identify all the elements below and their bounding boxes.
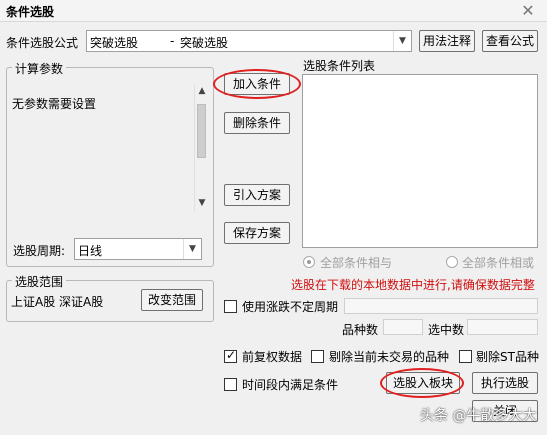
execute-button[interactable]: 执行选股 (472, 372, 538, 394)
time-range-checkbox[interactable] (224, 378, 237, 391)
selected-count-label: 选中数 (428, 323, 465, 337)
variety-count-label: 品种数 (342, 323, 379, 337)
scroll-down-icon[interactable]: ▼ (195, 196, 209, 210)
window-title: 条件选股 (6, 5, 55, 19)
variable-period-checkbox[interactable] (224, 300, 237, 313)
variable-period-input[interactable] (344, 298, 538, 314)
period-label: 选股周期: (13, 244, 66, 258)
delete-condition-button[interactable]: 删除条件 (224, 112, 290, 134)
scope-markets: 上证A股 深证A股 (11, 295, 104, 309)
view-formula-button[interactable]: 查看公式 (482, 30, 538, 52)
formula-select[interactable]: 突破选股 - 突破选股 ▼ (86, 30, 412, 52)
exclude-st-checkbox[interactable] (459, 350, 472, 363)
params-legend: 计算参数 (12, 60, 67, 77)
radio-all-and-label: 全部条件相与 (320, 256, 393, 270)
selected-count-value (467, 319, 538, 335)
variable-period-label: 使用涨跌不定周期 (242, 300, 339, 314)
time-range-label: 时间段内满足条件 (242, 378, 339, 392)
formula-name: 突破选股 (180, 36, 229, 50)
period-value: 日线 (78, 244, 103, 258)
scroll-up-icon[interactable]: ▲ (195, 84, 209, 98)
params-scrollbar[interactable]: ▲ ▼ (194, 84, 208, 212)
exclude-suspended-checkbox[interactable] (311, 350, 324, 363)
scope-legend: 选股范围 (12, 273, 67, 290)
variety-count-value (383, 319, 423, 335)
period-select[interactable]: 日线 ▼ (74, 238, 202, 260)
add-condition-button[interactable]: 加入条件 (224, 73, 290, 95)
condition-list[interactable] (302, 74, 538, 248)
exclude-suspended-label: 剔除当前未交易的品种 (329, 350, 450, 364)
formula-code: 突破选股 (90, 36, 139, 50)
title-bar (0, 0, 547, 22)
radio-all-or-label: 全部条件相或 (462, 256, 535, 270)
watermark: 头条 @牛散多大大 (420, 408, 537, 424)
exclude-st-label: 剔除ST品种 (476, 350, 539, 364)
radio-all-and[interactable] (303, 256, 315, 268)
pre-adjust-label: 前复权数据 (242, 350, 303, 364)
save-plan-button[interactable]: 保存方案 (224, 222, 290, 244)
chevron-down-icon[interactable]: ▼ (393, 31, 411, 51)
to-block-button[interactable]: 选股入板块 (386, 372, 460, 394)
import-plan-button[interactable]: 引入方案 (224, 184, 290, 206)
notice-text: 选股在下载的本地数据中进行,请确保数据完整 (291, 278, 535, 292)
formula-separator: - (170, 34, 175, 48)
params-text: 无参数需要设置 (12, 97, 97, 111)
usage-button[interactable]: 用法注释 (419, 30, 475, 52)
radio-all-or[interactable] (446, 256, 458, 268)
scroll-thumb[interactable] (197, 104, 206, 158)
formula-label: 条件选股公式 (6, 36, 79, 50)
change-scope-button[interactable]: 改变范围 (141, 289, 203, 311)
chevron-down-icon[interactable]: ▼ (183, 239, 201, 259)
pre-adjust-checkbox[interactable] (224, 348, 237, 363)
condition-list-label: 选股条件列表 (303, 59, 376, 73)
close-icon[interactable]: ✕ (514, 0, 542, 22)
